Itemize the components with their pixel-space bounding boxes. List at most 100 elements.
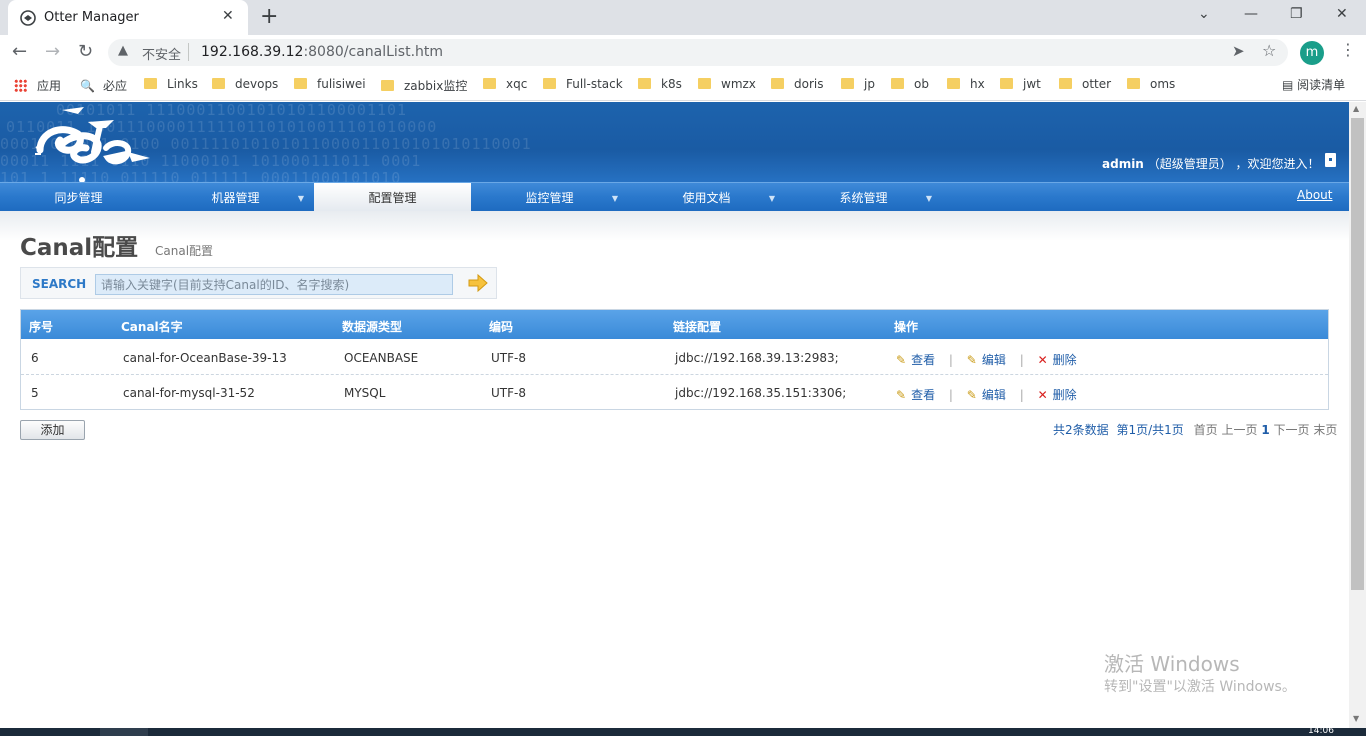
otter-favicon-icon bbox=[20, 10, 36, 26]
address-divider bbox=[188, 43, 189, 61]
cell-name: canal-for-mysql-31-52 bbox=[123, 386, 255, 400]
arrow-right-icon[interactable] bbox=[467, 273, 489, 293]
folder-icon bbox=[543, 78, 556, 89]
caret-down-icon: ▼ bbox=[297, 194, 304, 203]
scroll-up-icon[interactable]: ▲ bbox=[1353, 104, 1359, 113]
view-link[interactable]: ✎ 查看 bbox=[896, 388, 935, 402]
folder-icon bbox=[841, 78, 854, 89]
bookmark-folder[interactable]: Links bbox=[144, 77, 198, 91]
cell-id: 5 bbox=[31, 386, 39, 400]
caret-down-icon: ▼ bbox=[925, 194, 932, 203]
folder-icon bbox=[1000, 78, 1013, 89]
cell-actions: ✎ 查看 | ✎ 编辑 | ✕ 删除 bbox=[896, 351, 1077, 368]
about-link[interactable]: About bbox=[1297, 188, 1332, 202]
edit-label: 编辑 bbox=[981, 388, 1006, 402]
warning-triangle-icon[interactable]: ▲ bbox=[118, 43, 128, 58]
browser-menu-icon[interactable]: ⋮ bbox=[1340, 40, 1356, 59]
nav-label: 配置管理 bbox=[368, 191, 417, 205]
edit-link[interactable]: ✎ 编辑 bbox=[967, 353, 1006, 367]
restore-icon[interactable]: ❐ bbox=[1290, 6, 1303, 22]
nav-item-monitor[interactable]: 监控管理 ▼ bbox=[471, 183, 628, 212]
view-link[interactable]: ✎ 查看 bbox=[896, 353, 935, 367]
folder-icon bbox=[698, 78, 711, 89]
forward-arrow-icon[interactable]: → bbox=[45, 41, 60, 62]
star-icon[interactable]: ☆ bbox=[1262, 41, 1276, 60]
window-close-icon[interactable]: ✕ bbox=[1336, 6, 1348, 22]
bookmark-folder[interactable]: zabbix监控 bbox=[381, 77, 467, 94]
tab-search-chevron-icon[interactable]: ⌄ bbox=[1198, 6, 1210, 22]
security-label[interactable]: 不安全 bbox=[142, 44, 181, 63]
folder-icon bbox=[294, 78, 307, 89]
bookmark-folder[interactable]: jp bbox=[841, 77, 875, 91]
reading-list[interactable]: ▤ 阅读清单 bbox=[1282, 76, 1345, 93]
nav-item-config[interactable]: 配置管理 bbox=[314, 183, 471, 212]
bookmark-folder[interactable]: xqc bbox=[483, 77, 527, 91]
first-page-link[interactable]: 首页 bbox=[1194, 423, 1218, 437]
next-page-link[interactable]: 下一页 bbox=[1274, 423, 1310, 437]
nav-item-system[interactable]: 系统管理 ▼ bbox=[785, 183, 942, 212]
folder-icon bbox=[638, 78, 651, 89]
edit-label: 编辑 bbox=[981, 353, 1006, 367]
edit-link[interactable]: ✎ 编辑 bbox=[967, 388, 1006, 402]
cell-encoding: UTF-8 bbox=[491, 351, 526, 365]
taskbar-clock: 14:06 bbox=[1308, 726, 1334, 736]
search-input[interactable] bbox=[95, 274, 453, 295]
cell-id: 6 bbox=[31, 351, 39, 365]
bookmark-bing[interactable]: 🔍 必应 bbox=[80, 77, 127, 94]
tab-close-icon[interactable]: ✕ bbox=[222, 8, 234, 24]
caret-down-icon: ▼ bbox=[611, 194, 618, 203]
bookmark-apps[interactable]: 应用 bbox=[14, 77, 61, 94]
page: 00101011 11100011001010101100001101 0110… bbox=[0, 102, 1349, 728]
delete-label: 删除 bbox=[1052, 353, 1077, 367]
welcome-message: ，欢迎您进入！ bbox=[1235, 157, 1320, 171]
browser-tab[interactable]: Otter Manager ✕ bbox=[8, 0, 248, 35]
bookmark-folder[interactable]: ob bbox=[891, 77, 929, 91]
view-label: 查看 bbox=[911, 353, 936, 367]
apps-grid-icon bbox=[14, 79, 27, 92]
scroll-down-icon[interactable]: ▼ bbox=[1353, 714, 1359, 723]
bookmark-folder[interactable]: hx bbox=[947, 77, 985, 91]
send-icon[interactable]: ➤ bbox=[1232, 42, 1245, 60]
scrollbar-thumb[interactable] bbox=[1351, 118, 1364, 590]
bookmark-folder[interactable]: doris bbox=[771, 77, 823, 91]
view-label: 查看 bbox=[911, 388, 936, 402]
folder-icon bbox=[1059, 78, 1072, 89]
nav-item-sync[interactable]: 同步管理 bbox=[0, 183, 157, 212]
url-path: :8080/canalList.htm bbox=[303, 44, 444, 60]
profile-avatar[interactable]: m bbox=[1300, 41, 1324, 65]
logout-door-icon[interactable] bbox=[1325, 153, 1336, 167]
bookmark-folder[interactable]: k8s bbox=[638, 77, 682, 91]
search-icon: 🔍 bbox=[80, 79, 95, 93]
tab-title: Otter Manager bbox=[44, 10, 139, 25]
delete-link[interactable]: ✕ 删除 bbox=[1038, 388, 1077, 402]
page-scrollbar[interactable]: ▲ ▼ bbox=[1349, 102, 1366, 728]
bookmark-folder[interactable]: Full-stack bbox=[543, 77, 623, 91]
nav-item-machine[interactable]: 机器管理 ▼ bbox=[157, 183, 314, 212]
new-tab-icon[interactable]: + bbox=[260, 4, 278, 29]
bookmark-folder[interactable]: jwt bbox=[1000, 77, 1041, 91]
folder-icon bbox=[483, 78, 496, 89]
bookmark-folder[interactable]: otter bbox=[1059, 77, 1111, 91]
bookmark-folder[interactable]: fulisiwei bbox=[294, 77, 366, 91]
prev-page-link[interactable]: 上一页 bbox=[1221, 423, 1257, 437]
nav-label: 同步管理 bbox=[54, 191, 103, 205]
delete-link[interactable]: ✕ 删除 bbox=[1038, 353, 1077, 367]
add-button[interactable]: 添加 bbox=[20, 420, 85, 440]
bookmark-label: fulisiwei bbox=[317, 77, 366, 91]
table-header: 序号 Canal名字 数据源类型 编码 链接配置 操作 bbox=[21, 310, 1328, 339]
bookmark-folder[interactable]: oms bbox=[1127, 77, 1175, 91]
bookmark-folder[interactable]: wmzx bbox=[698, 77, 756, 91]
header-banner: 00101011 11100011001010101100001101 0110… bbox=[0, 102, 1349, 182]
bookmark-label: jwt bbox=[1023, 77, 1041, 91]
activation-watermark-title: 激活 Windows bbox=[1104, 652, 1240, 676]
nav-item-docs[interactable]: 使用文档 ▼ bbox=[628, 183, 785, 212]
back-arrow-icon[interactable]: ← bbox=[12, 41, 27, 62]
address-bar[interactable]: ▲ 不安全 192.168.39.12:8080/canalList.htm ➤… bbox=[108, 39, 1288, 66]
bookmark-folder[interactable]: devops bbox=[212, 77, 278, 91]
bookmark-label: Links bbox=[167, 77, 198, 91]
taskbar-button[interactable] bbox=[100, 728, 148, 736]
url-text[interactable]: 192.168.39.12:8080/canalList.htm bbox=[201, 44, 443, 60]
minimize-icon[interactable]: — bbox=[1244, 6, 1258, 22]
last-page-link[interactable]: 末页 bbox=[1313, 423, 1337, 437]
reload-icon[interactable]: ↻ bbox=[78, 41, 93, 62]
